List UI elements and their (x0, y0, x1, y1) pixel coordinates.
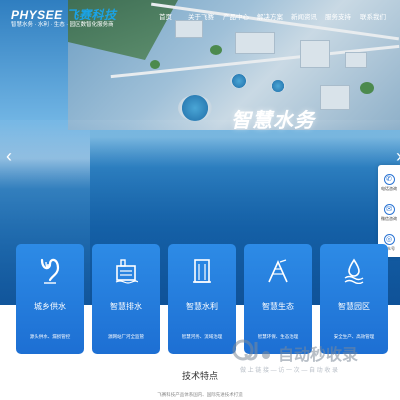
logo-slogan: 智慧水务 · 水利 · 生态 · 园区数智化服务商 (11, 22, 114, 28)
side-phone-label: 电话咨询 (381, 186, 397, 191)
section-subtitle: 飞赛科技产品体系国内、国际先进技术打造 (157, 392, 243, 397)
nav-support[interactable]: 服务支持 (325, 11, 351, 21)
card-desc: 源网站厂河全监管 (108, 334, 144, 339)
drainage-icon (115, 259, 138, 284)
site-header: PHYSEE 飞赛科技 智慧水务 · 水利 · 生态 · 园区数智化服务商 首页… (0, 0, 400, 34)
ecology-icon (268, 259, 288, 283)
card-title: 智慧园区 (338, 302, 370, 311)
page: 智慧水务 ‹ › PHYSEE 飞赛科技 智慧水务 · 水利 · 生态 · 园区… (0, 0, 400, 400)
card-desc: 智慧河务、流域治理 (181, 334, 223, 339)
nav-products[interactable]: 产品中心 (223, 11, 249, 21)
nav-news[interactable]: 新闻资讯 (291, 11, 317, 21)
main-nav: 首页 关于飞赛 产品中心 解决方案 新闻资讯 服务支持 联系我们 (150, 11, 400, 23)
watermark: 自动秒收录 做 上 链 接 — 访 一 次 — 自 动 收 录 (232, 337, 392, 377)
wechat-icon: ✉ (383, 204, 395, 215)
hero-title: 智慧水务 (231, 110, 315, 132)
nav-contact[interactable]: 联系我们 (360, 11, 386, 21)
nav-about[interactable]: 关于飞赛 (188, 11, 214, 21)
card-title: 城乡供水 (34, 302, 66, 311)
side-wechat-label: 微信咨询 (381, 216, 397, 221)
water-conservancy-icon (193, 259, 211, 283)
side-phone-button[interactable]: ✆ 电话咨询 (378, 171, 400, 193)
card-title: 智慧排水 (110, 302, 142, 311)
logo[interactable]: PHYSEE 飞赛科技 智慧水务 · 水利 · 生态 · 园区数智化服务商 (11, 6, 141, 30)
card-water-supply[interactable]: 城乡供水 源头供水、漏损管控 (16, 244, 84, 354)
carousel-next-icon[interactable]: › (392, 146, 400, 166)
watermark-title: 自动秒收录 (278, 347, 359, 364)
nav-solutions[interactable]: 解决方案 (257, 11, 283, 21)
nav-home[interactable]: 首页 (159, 11, 172, 21)
watermark-logo-icon (232, 339, 270, 361)
card-water-conservancy[interactable]: 智慧水利 智慧河务、流域治理 (168, 244, 236, 354)
card-drainage[interactable]: 智慧排水 源网站厂河全监管 (92, 244, 160, 354)
carousel-prev-icon[interactable]: ‹ (2, 146, 16, 166)
card-title: 智慧生态 (262, 302, 294, 311)
watermark-subtitle: 做 上 链 接 — 访 一 次 — 自 动 收 录 (240, 368, 339, 374)
phone-icon: ✆ (383, 174, 395, 185)
card-desc: 源头供水、漏损管控 (29, 334, 71, 339)
park-icon (344, 258, 364, 284)
water-supply-icon (40, 258, 60, 284)
side-wechat-button[interactable]: ✉ 微信咨询 (378, 201, 400, 223)
card-title: 智慧水利 (186, 302, 218, 311)
